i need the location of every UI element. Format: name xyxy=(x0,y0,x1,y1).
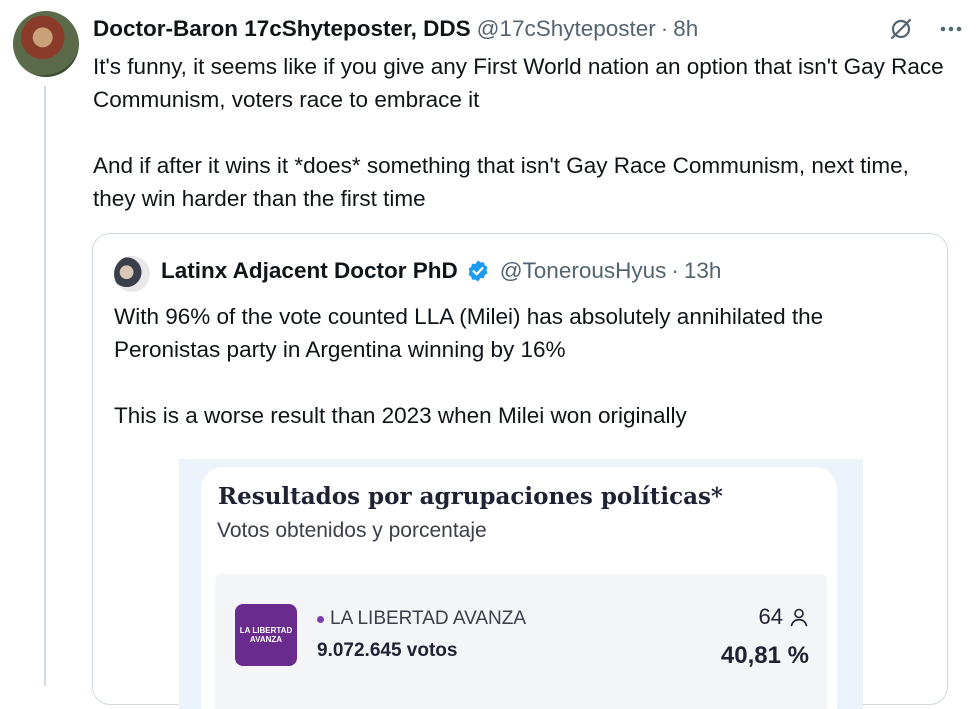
quoted-tweet[interactable]: Latinx Adjacent Doctor PhD @TonerousHyus… xyxy=(92,233,948,709)
party-result-row: LA LIBERTAD AVANZA LA LIBERTAD AVANZA 9.… xyxy=(215,574,827,709)
seats-count: 64 xyxy=(758,604,783,629)
grok-slash-icon[interactable] xyxy=(886,14,916,44)
quoted-paragraph: With 96% of the vote counted LLA (Milei)… xyxy=(114,304,824,362)
quoted-tweet-body: With 96% of the vote counted LLA (Milei)… xyxy=(114,300,934,432)
quoted-tweet-header: Latinx Adjacent Doctor PhD @TonerousHyus… xyxy=(161,258,721,284)
separator-dot: · xyxy=(671,258,679,283)
party-name: LA LIBERTAD AVANZA xyxy=(330,608,527,629)
party-logo-text: LA LIBERTAD AVANZA xyxy=(239,626,293,644)
quoted-tweet-time[interactable]: 13h xyxy=(684,258,722,284)
quoted-author-name[interactable]: Latinx Adjacent Doctor PhD xyxy=(161,258,458,284)
tweet-actions xyxy=(886,14,966,44)
quoted-paragraph: This is a worse result than 2023 when Mi… xyxy=(114,403,687,428)
party-percent: 40,81 % xyxy=(720,642,809,669)
party-votes: 9.072.645 votos xyxy=(317,640,458,661)
tweet-header: Doctor-Baron 17cShyteposter, DDS @17cShy… xyxy=(93,14,964,44)
results-subtitle: Votos obtenidos y porcentaje xyxy=(217,519,487,542)
tweet-paragraph: And if after it wins it *does* something… xyxy=(93,153,909,211)
separator-dot: · xyxy=(660,16,669,41)
quoted-media-image[interactable]: Resultados por agrupaciones políticas* V… xyxy=(179,459,863,709)
tweet-time[interactable]: 8h xyxy=(673,16,698,42)
tweet-body: It's funny, it seems like if you give an… xyxy=(93,50,953,215)
party-seats: 64 xyxy=(759,604,809,630)
results-title: Resultados por agrupaciones políticas* xyxy=(218,483,723,510)
more-horizontal-icon[interactable] xyxy=(936,14,966,44)
party-logo: LA LIBERTAD AVANZA xyxy=(235,604,297,666)
author-avatar[interactable] xyxy=(13,11,79,77)
results-card: Resultados por agrupaciones políticas* V… xyxy=(201,467,837,709)
quoted-author-handle[interactable]: @TonerousHyus xyxy=(500,258,667,284)
person-icon xyxy=(790,608,808,627)
party-color-dot xyxy=(317,615,324,623)
author-name[interactable]: Doctor-Baron 17cShyteposter, DDS xyxy=(93,16,471,42)
tweet-paragraph: It's funny, it seems like if you give an… xyxy=(93,54,944,112)
party-name-row: LA LIBERTAD AVANZA xyxy=(317,608,526,630)
author-handle[interactable]: @17cShyteposter xyxy=(477,16,656,42)
quoted-author-avatar[interactable] xyxy=(114,256,150,292)
thread-line xyxy=(44,86,46,686)
verified-badge-icon xyxy=(468,260,488,282)
